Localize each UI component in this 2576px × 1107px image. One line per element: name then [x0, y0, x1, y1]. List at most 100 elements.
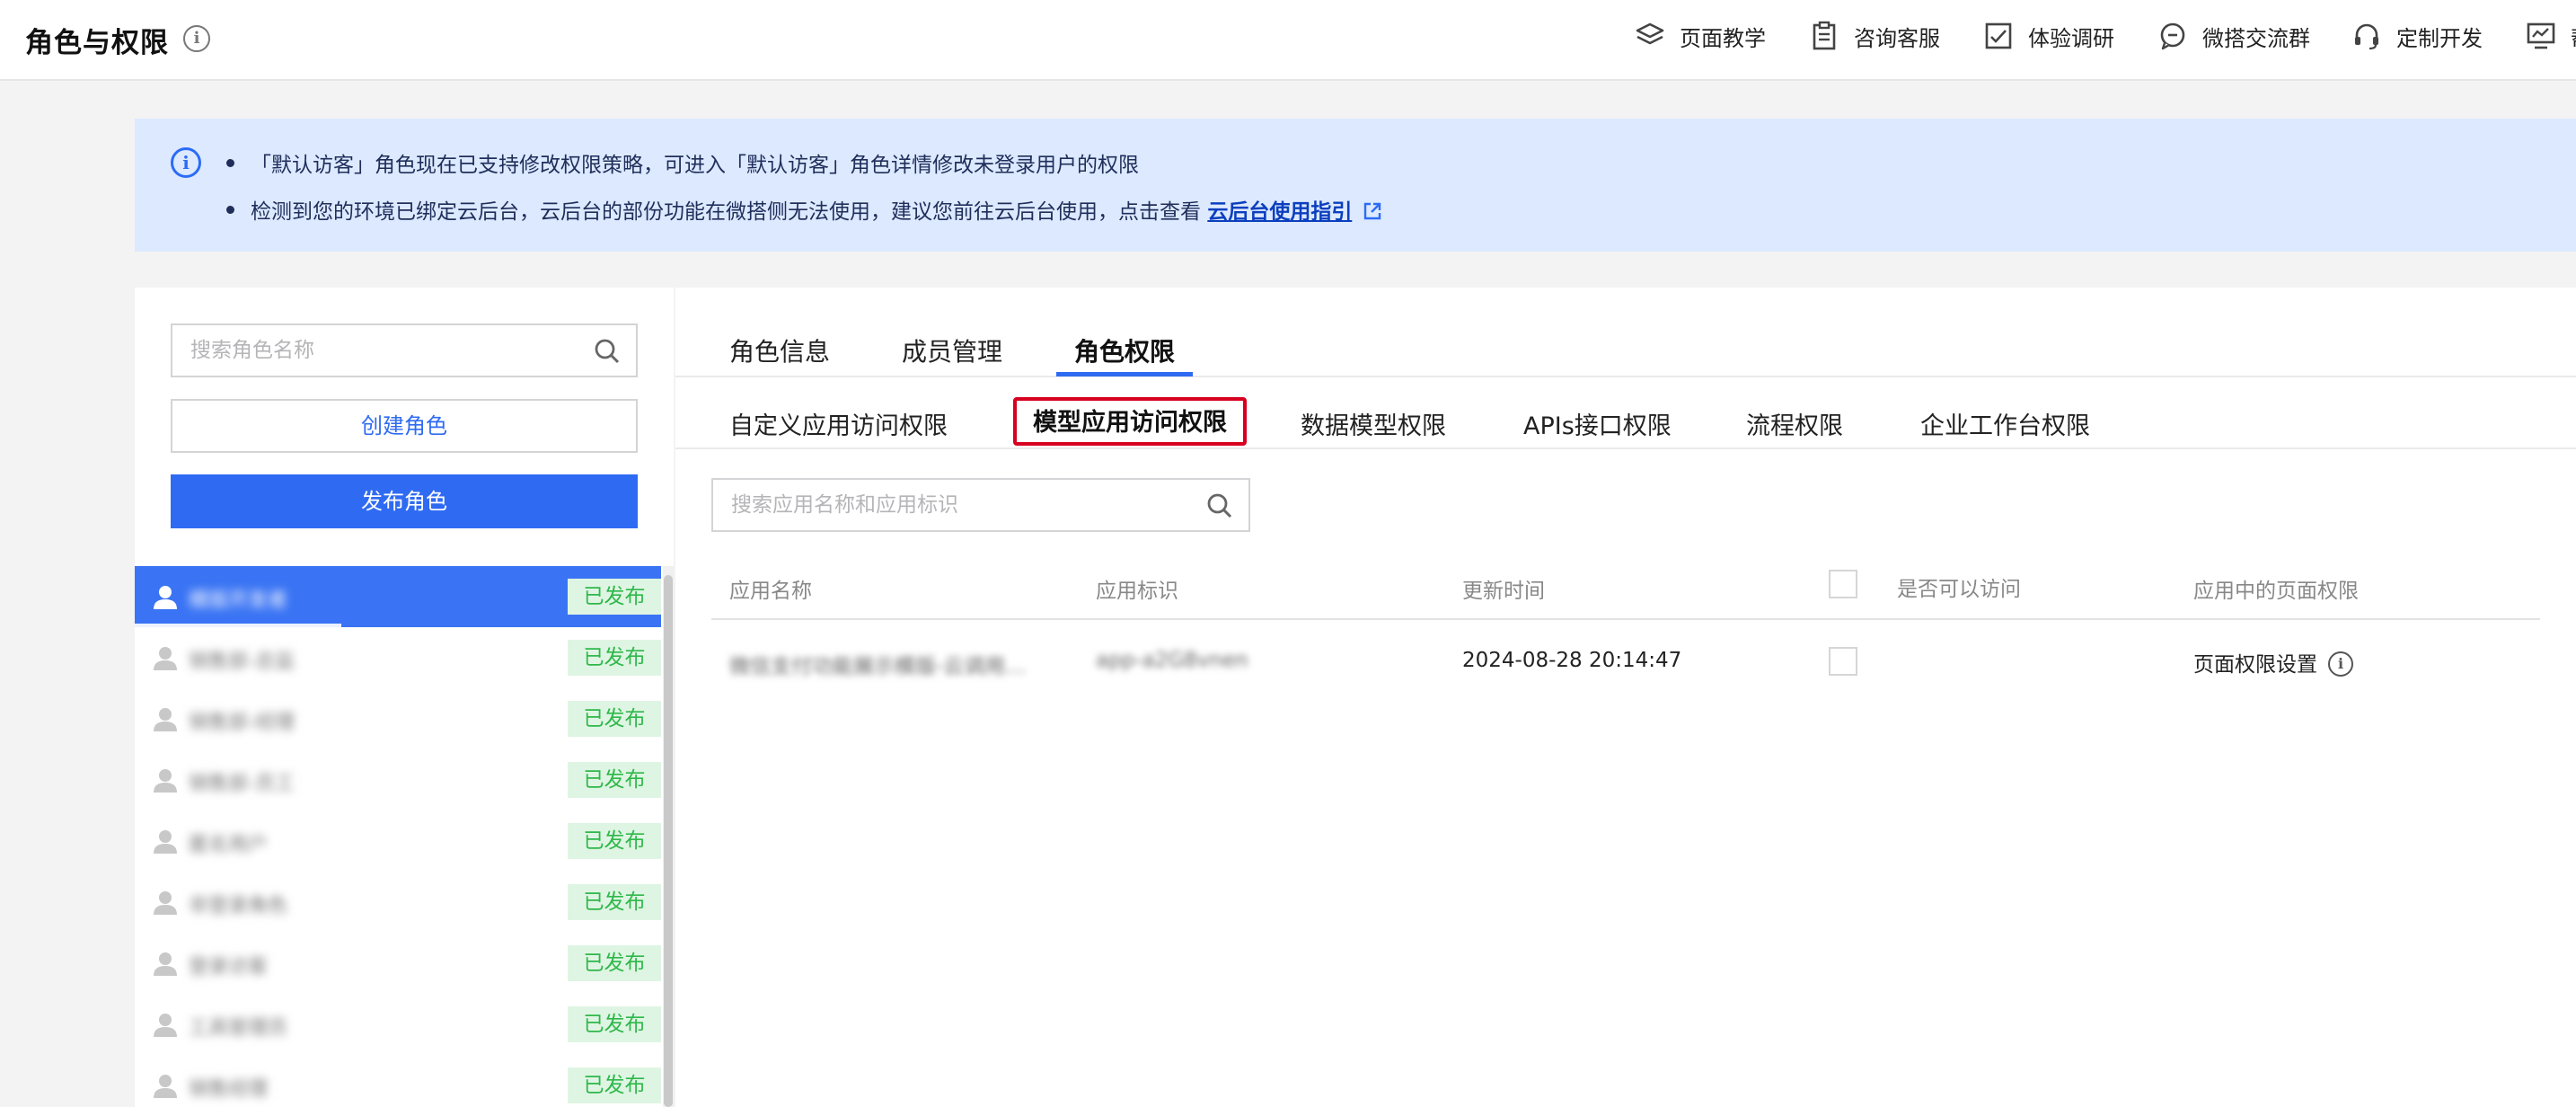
bullet: [226, 159, 234, 167]
cloud-backend-guide-link[interactable]: 云后台使用指引: [1207, 200, 1352, 224]
table-row: 微信支付功能展示模版-云调用… app-a2G8vnen 2024-08-28 …: [711, 622, 2540, 703]
publish-role-button[interactable]: 发布角色: [171, 474, 638, 528]
subtab-workflow-permissions[interactable]: 流程权限: [1746, 406, 1843, 441]
subtab-model-app-access[interactable]: 模型应用访问权限: [1013, 397, 1247, 446]
column-header-access: 是否可以访问: [1897, 578, 2021, 601]
status-badge: 已发布: [568, 823, 661, 859]
role-list: 模版开发者 已发布 销售部-总监 已发布 销售部-经理 已发布 销售部-员工 已…: [135, 566, 674, 1107]
nav-label: 微搭交流群: [2202, 25, 2310, 51]
status-badge: 已发布: [568, 1067, 661, 1103]
nav-label: 咨询客服: [1854, 25, 1940, 51]
status-badge: 已发布: [568, 701, 661, 737]
notice-text: 检测到您的环境已绑定云后台，云后台的部份功能在微搭侧无法使用，建议您前往云后台使…: [251, 200, 1201, 224]
role-list-scrollbar[interactable]: [663, 566, 674, 1107]
nav-customer-service[interactable]: 咨询客服: [1809, 20, 1940, 52]
nav-label: 体验调研: [2028, 25, 2114, 51]
user-icon: [154, 1014, 177, 1037]
scrollbar-thumb[interactable]: [664, 575, 673, 1107]
main-tabs: 角色信息 成员管理 角色权限: [675, 288, 2576, 377]
user-icon: [154, 1075, 177, 1098]
role-name: 非登录角色: [189, 895, 288, 917]
updated-at-cell: 2024-08-28 20:14:47: [1462, 649, 1682, 672]
app-name-cell: 微信支付功能展示模版-云调用…: [729, 655, 1027, 678]
tab-member-management[interactable]: 成员管理: [902, 332, 1002, 368]
role-item[interactable]: 销售经理 已发布: [135, 1055, 661, 1107]
user-icon: [154, 952, 177, 976]
role-name: 模版开发者: [189, 589, 288, 612]
survey-check-icon: [1985, 22, 2012, 49]
subtab-api-permissions[interactable]: APIs接口权限: [1523, 406, 1672, 441]
bullet: [226, 206, 234, 214]
status-badge: 已发布: [568, 945, 661, 981]
page-permission-settings-link[interactable]: 页面权限设置: [2193, 653, 2317, 677]
subtab-workspace-permissions[interactable]: 企业工作台权限: [1920, 406, 2090, 441]
create-role-button[interactable]: 创建角色: [171, 399, 638, 453]
role-item[interactable]: 匿名用户 已发布: [135, 810, 661, 872]
role-item[interactable]: 非登录角色 已发布: [135, 872, 661, 933]
layers-icon: [1636, 22, 1664, 45]
app-search-input[interactable]: [713, 480, 1198, 530]
table-header: 应用名称 应用标识 更新时间 是否可以访问 应用中的页面权限: [711, 548, 2540, 620]
monitor-chart-icon: [2527, 22, 2555, 49]
nav-custom-development[interactable]: 定制开发: [2351, 20, 2483, 52]
nav-community-group[interactable]: 微搭交流群: [2157, 20, 2310, 52]
nav-survey[interactable]: 体验调研: [1983, 20, 2114, 52]
nav-label: 帮: [2571, 21, 2576, 52]
search-icon[interactable]: [593, 337, 622, 366]
status-badge: 已发布: [568, 1006, 661, 1042]
header-nav: 页面教学 咨询客服 体验调研 微搭交流群 定制开发 帮: [0, 0, 2576, 81]
role-detail-panel: 角色信息 成员管理 角色权限 自定义应用访问权限 模型应用访问权限 数据模型权限…: [675, 288, 2576, 1107]
role-name: 工具管理员: [189, 1017, 288, 1040]
status-badge: 已发布: [568, 640, 661, 676]
chat-bubble-icon: [2160, 22, 2185, 50]
column-header-app-name: 应用名称: [729, 580, 812, 603]
nav-help[interactable]: 帮: [2526, 20, 2576, 52]
notice-text: 「默认访客」角色现在已支持修改权限策略，可进入「默认访客」角色详情修改未登录用户…: [251, 154, 1139, 177]
notice-line-1: 「默认访客」角色现在已支持修改权限策略，可进入「默认访客」角色详情修改未登录用户…: [226, 147, 1139, 178]
clipboard-icon: [1813, 21, 1836, 50]
page-permission-cell: 页面权限设置 i: [2193, 647, 2353, 678]
status-badge: 已发布: [568, 579, 661, 615]
status-badge: 已发布: [568, 762, 661, 798]
app-search: [711, 478, 1250, 532]
role-search: [171, 323, 638, 377]
info-icon[interactable]: i: [2328, 651, 2353, 677]
nav-page-tutorial[interactable]: 页面教学: [1635, 20, 1766, 52]
role-name: 销售部-经理: [189, 712, 295, 734]
role-item[interactable]: 销售部-经理 已发布: [135, 688, 661, 749]
nav-label: 页面教学: [1680, 25, 1766, 51]
role-search-input[interactable]: [172, 325, 586, 376]
tab-role-info[interactable]: 角色信息: [729, 332, 830, 368]
column-header-updated-at: 更新时间: [1462, 580, 1545, 603]
role-name: 登录访客: [189, 956, 269, 979]
user-icon: [154, 708, 177, 731]
active-tab-indicator: [1056, 372, 1193, 376]
search-icon[interactable]: [1205, 492, 1234, 520]
access-checkbox[interactable]: [1829, 647, 1857, 676]
status-badge: 已发布: [568, 884, 661, 920]
role-item[interactable]: 销售部-员工 已发布: [135, 749, 661, 810]
user-icon: [154, 769, 177, 793]
notice-banner: i 「默认访客」角色现在已支持修改权限策略，可进入「默认访客」角色详情修改未登录…: [135, 119, 2576, 252]
user-icon: [154, 647, 177, 670]
role-name: 销售部-总监: [189, 651, 295, 673]
tab-role-permissions[interactable]: 角色权限: [1074, 332, 1175, 368]
role-item[interactable]: 登录访客 已发布: [135, 933, 661, 994]
top-header: 角色与权限 i 页面教学 咨询客服 体验调研 微搭交流群 定制开发 帮: [0, 0, 2576, 81]
role-name: 销售经理: [189, 1078, 269, 1101]
role-item[interactable]: 工具管理员 已发布: [135, 994, 661, 1055]
info-icon: i: [171, 147, 201, 178]
role-item[interactable]: 模版开发者 已发布: [135, 566, 661, 627]
nav-label: 定制开发: [2396, 25, 2483, 51]
user-icon: [154, 891, 177, 915]
app-id-cell: app-a2G8vnen: [1096, 649, 1248, 672]
role-item[interactable]: 销售部-总监 已发布: [135, 627, 661, 688]
select-all-checkbox[interactable]: [1829, 570, 1857, 598]
subtab-custom-app-access[interactable]: 自定义应用访问权限: [729, 406, 948, 441]
role-panel: 创建角色 发布角色 模版开发者 已发布 销售部-总监 已发布 销售部-经理 已发…: [135, 288, 674, 1107]
permission-sub-tabs: 自定义应用访问权限 模型应用访问权限 数据模型权限 APIs接口权限 流程权限 …: [675, 377, 2576, 449]
subtab-data-model-permissions[interactable]: 数据模型权限: [1301, 406, 1446, 441]
notice-line-2: 检测到您的环境已绑定云后台，云后台的部份功能在微搭侧无法使用，建议您前往云后台使…: [226, 194, 1382, 225]
external-link-icon[interactable]: [1363, 201, 1382, 221]
column-header-app-id: 应用标识: [1096, 580, 1178, 603]
